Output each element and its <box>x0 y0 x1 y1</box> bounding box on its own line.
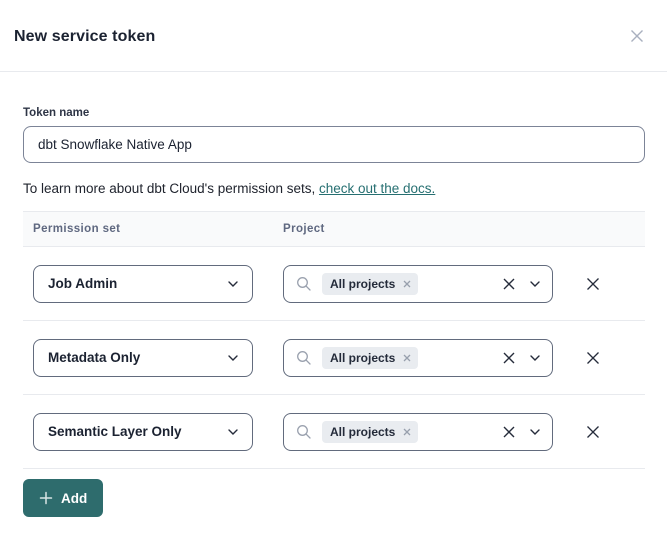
clear-selection-button[interactable] <box>502 351 516 365</box>
remove-row-button[interactable] <box>585 350 601 366</box>
chevron-down-icon <box>228 281 238 287</box>
column-header-permission-set: Permission set <box>23 223 283 235</box>
plus-icon <box>39 491 53 505</box>
remove-tag-button[interactable] <box>403 280 411 288</box>
chevron-down-icon <box>228 355 238 361</box>
close-icon <box>629 28 645 44</box>
project-tag: All projects <box>322 347 418 369</box>
permission-set-select[interactable]: Job Admin <box>33 265 253 303</box>
remove-row-button[interactable] <box>585 424 601 440</box>
close-button[interactable] <box>623 22 651 50</box>
project-tag-label: All projects <box>330 277 395 291</box>
remove-tag-button[interactable] <box>403 354 411 362</box>
add-button-label: Add <box>61 491 87 506</box>
chevron-down-icon <box>228 429 238 435</box>
permission-set-select[interactable]: Semantic Layer Only <box>33 413 253 451</box>
add-button[interactable]: Add <box>23 479 103 517</box>
remove-row-button[interactable] <box>585 276 601 292</box>
new-service-token-modal: New service token Token name To learn mo… <box>0 0 667 547</box>
modal-header: New service token <box>0 0 667 72</box>
token-name-label: Token name <box>23 107 645 119</box>
permissions-table: Permission set Project Job Admin All pro <box>23 211 645 469</box>
chevron-down-icon <box>530 281 540 287</box>
selected-permission-label: Semantic Layer Only <box>48 424 182 439</box>
selected-permission-label: Metadata Only <box>48 350 140 365</box>
project-tag-label: All projects <box>330 351 395 365</box>
project-multiselect[interactable]: All projects <box>283 413 553 451</box>
selected-permission-label: Job Admin <box>48 276 117 291</box>
project-tag: All projects <box>322 421 418 443</box>
project-tag: All projects <box>322 273 418 295</box>
permission-set-select[interactable]: Metadata Only <box>33 339 253 377</box>
table-header-row: Permission set Project <box>23 211 645 247</box>
project-multiselect[interactable]: All projects <box>283 339 553 377</box>
permissions-info-text: To learn more about dbt Cloud's permissi… <box>23 181 645 196</box>
column-header-project: Project <box>283 223 645 235</box>
token-name-input[interactable] <box>23 126 645 163</box>
project-multiselect[interactable]: All projects <box>283 265 553 303</box>
info-text: To learn more about dbt Cloud's permissi… <box>23 181 319 196</box>
docs-link[interactable]: check out the docs. <box>319 181 435 196</box>
search-icon <box>296 424 312 440</box>
modal-body: Token name To learn more about dbt Cloud… <box>0 107 667 517</box>
remove-tag-button[interactable] <box>403 428 411 436</box>
add-row-section: Add <box>23 479 645 517</box>
clear-selection-button[interactable] <box>502 277 516 291</box>
table-row: Semantic Layer Only All projects <box>23 395 645 469</box>
page-title: New service token <box>14 26 155 46</box>
table-row: Metadata Only All projects <box>23 321 645 395</box>
chevron-down-icon <box>530 355 540 361</box>
search-icon <box>296 350 312 366</box>
clear-selection-button[interactable] <box>502 425 516 439</box>
chevron-down-icon <box>530 429 540 435</box>
project-tag-label: All projects <box>330 425 395 439</box>
table-row: Job Admin All projects <box>23 247 645 321</box>
search-icon <box>296 276 312 292</box>
